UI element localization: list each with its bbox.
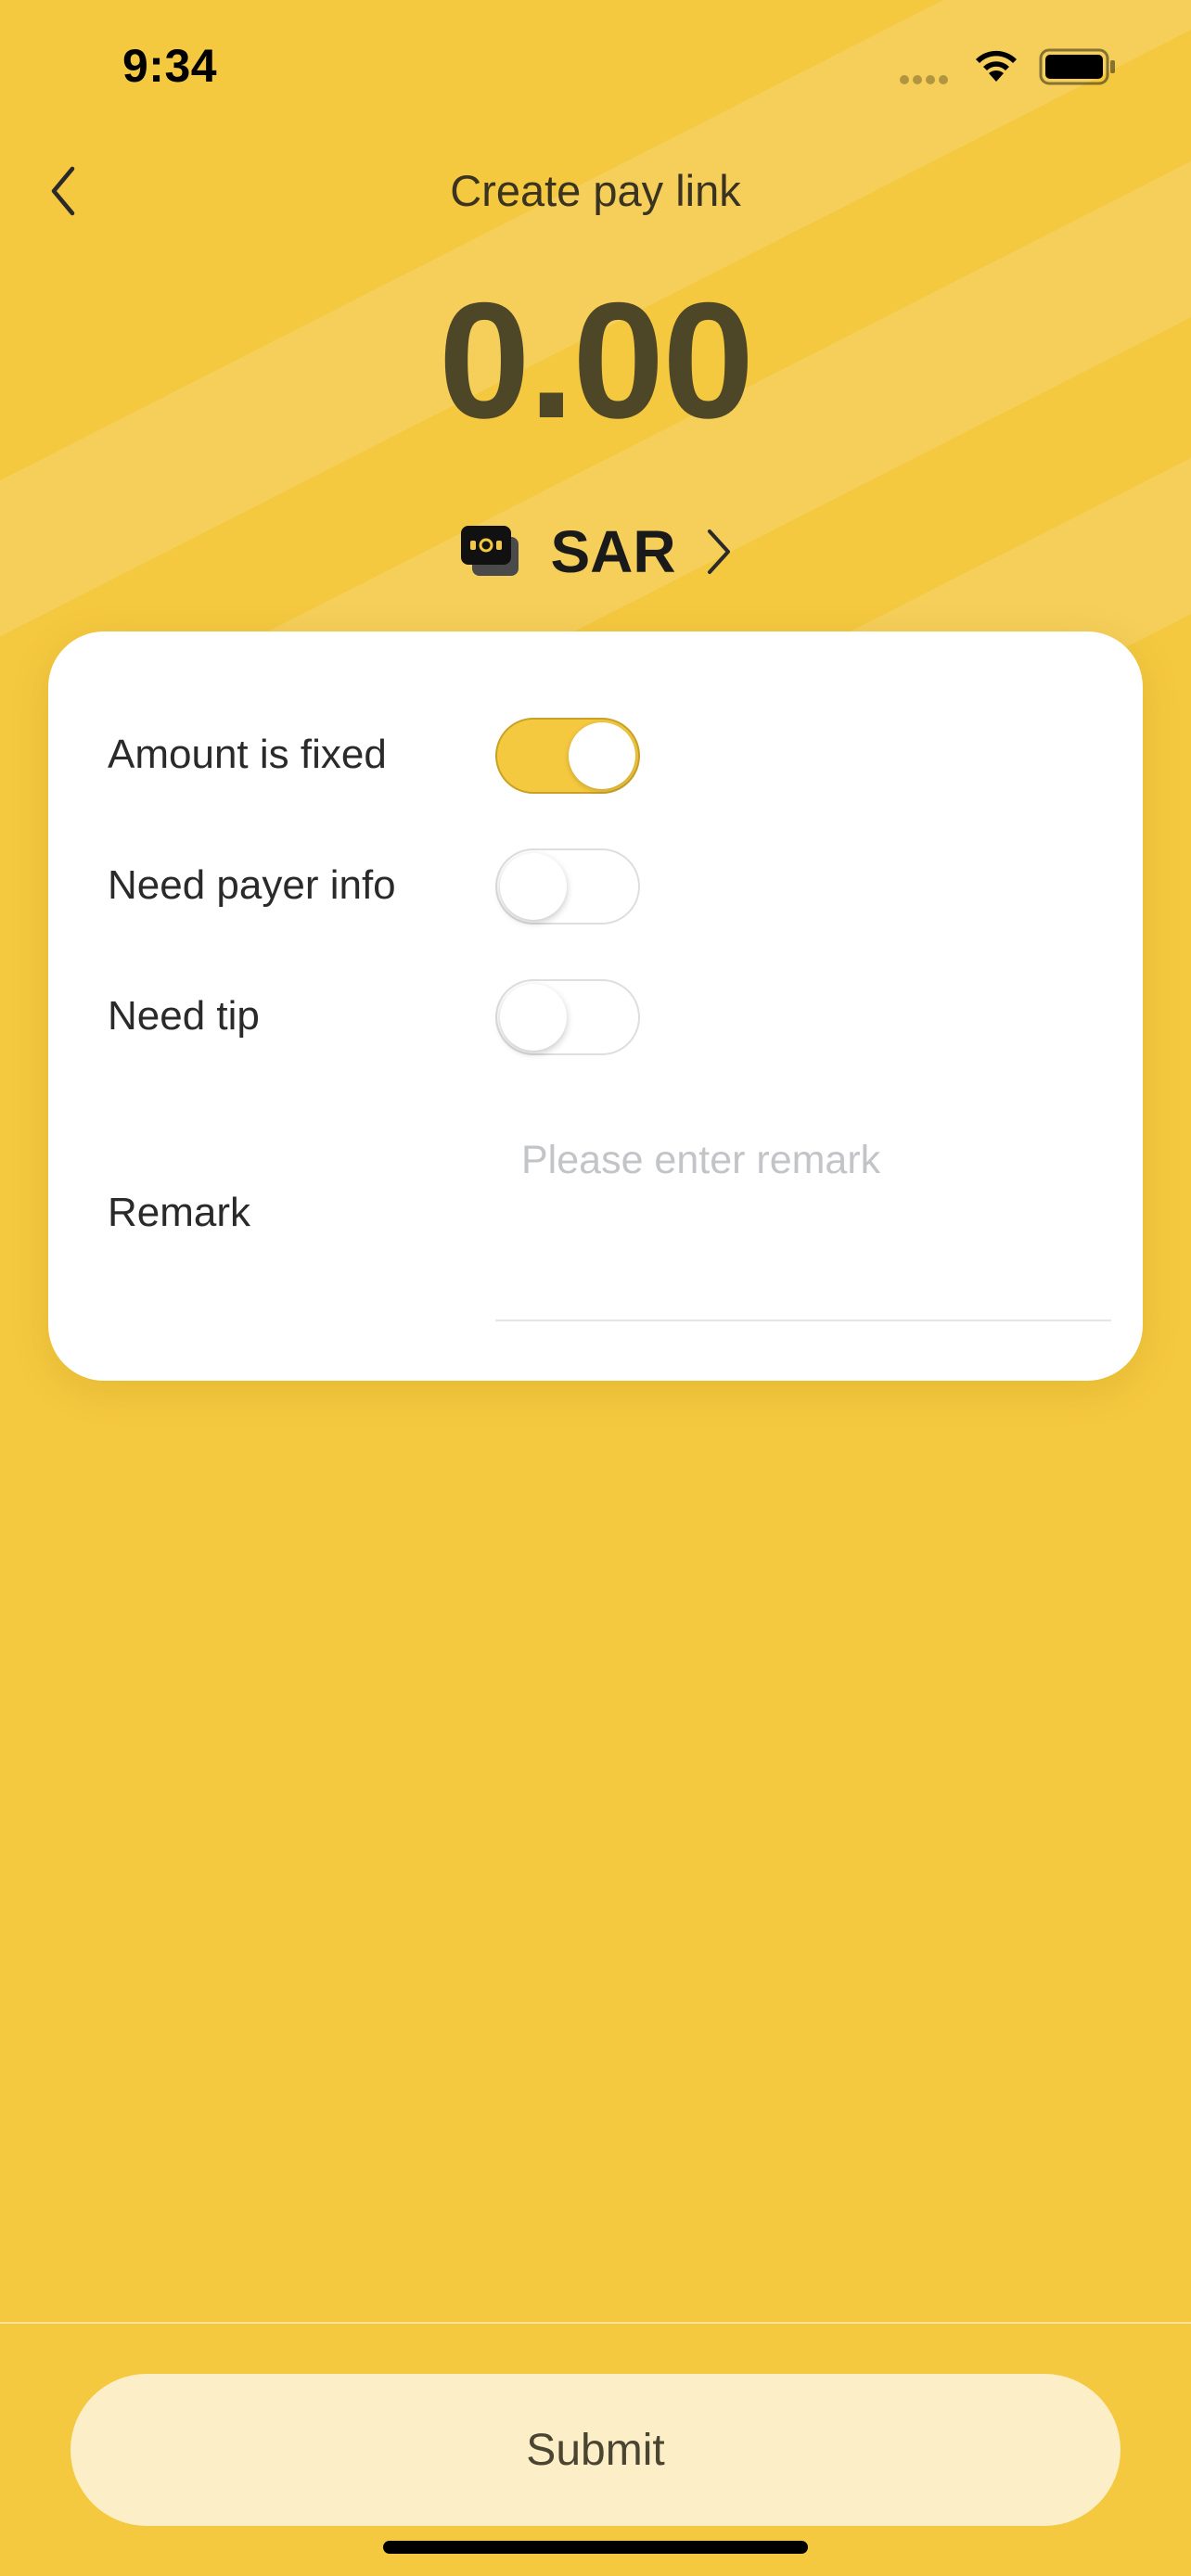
currency-code: SAR <box>550 518 676 585</box>
toggle-knob <box>569 722 635 789</box>
need-tip-label: Need tip <box>108 993 260 1039</box>
submit-button[interactable]: Submit <box>70 2374 1121 2526</box>
chevron-right-icon <box>707 529 730 574</box>
footer-divider <box>0 2322 1191 2324</box>
wallet-icon <box>459 522 524 581</box>
wifi-icon <box>976 50 1017 82</box>
page-title: Create pay link <box>450 166 741 215</box>
remark-label: Remark <box>108 1190 251 1235</box>
amount-value[interactable]: 0.00 <box>0 278 1191 443</box>
toggle-knob <box>500 984 567 1051</box>
status-bar: 9:34 <box>0 0 1191 139</box>
need-tip-toggle[interactable] <box>495 979 640 1055</box>
amount-fixed-label: Amount is fixed <box>108 732 387 777</box>
battery-icon <box>1039 48 1115 85</box>
need-payer-info-toggle[interactable] <box>495 848 640 925</box>
home-indicator <box>383 2541 808 2554</box>
currency-selector[interactable]: SAR <box>0 515 1191 589</box>
settings-card: Amount is fixed Need payer info Need tip… <box>48 631 1143 1381</box>
cellular-signal-icon <box>900 72 952 89</box>
toggle-knob <box>500 853 567 920</box>
need-payer-info-label: Need payer info <box>108 862 396 908</box>
remark-input[interactable] <box>495 1114 1111 1206</box>
remark-underline <box>495 1320 1111 1321</box>
status-time: 9:34 <box>122 40 218 92</box>
amount-fixed-toggle[interactable] <box>495 718 640 794</box>
